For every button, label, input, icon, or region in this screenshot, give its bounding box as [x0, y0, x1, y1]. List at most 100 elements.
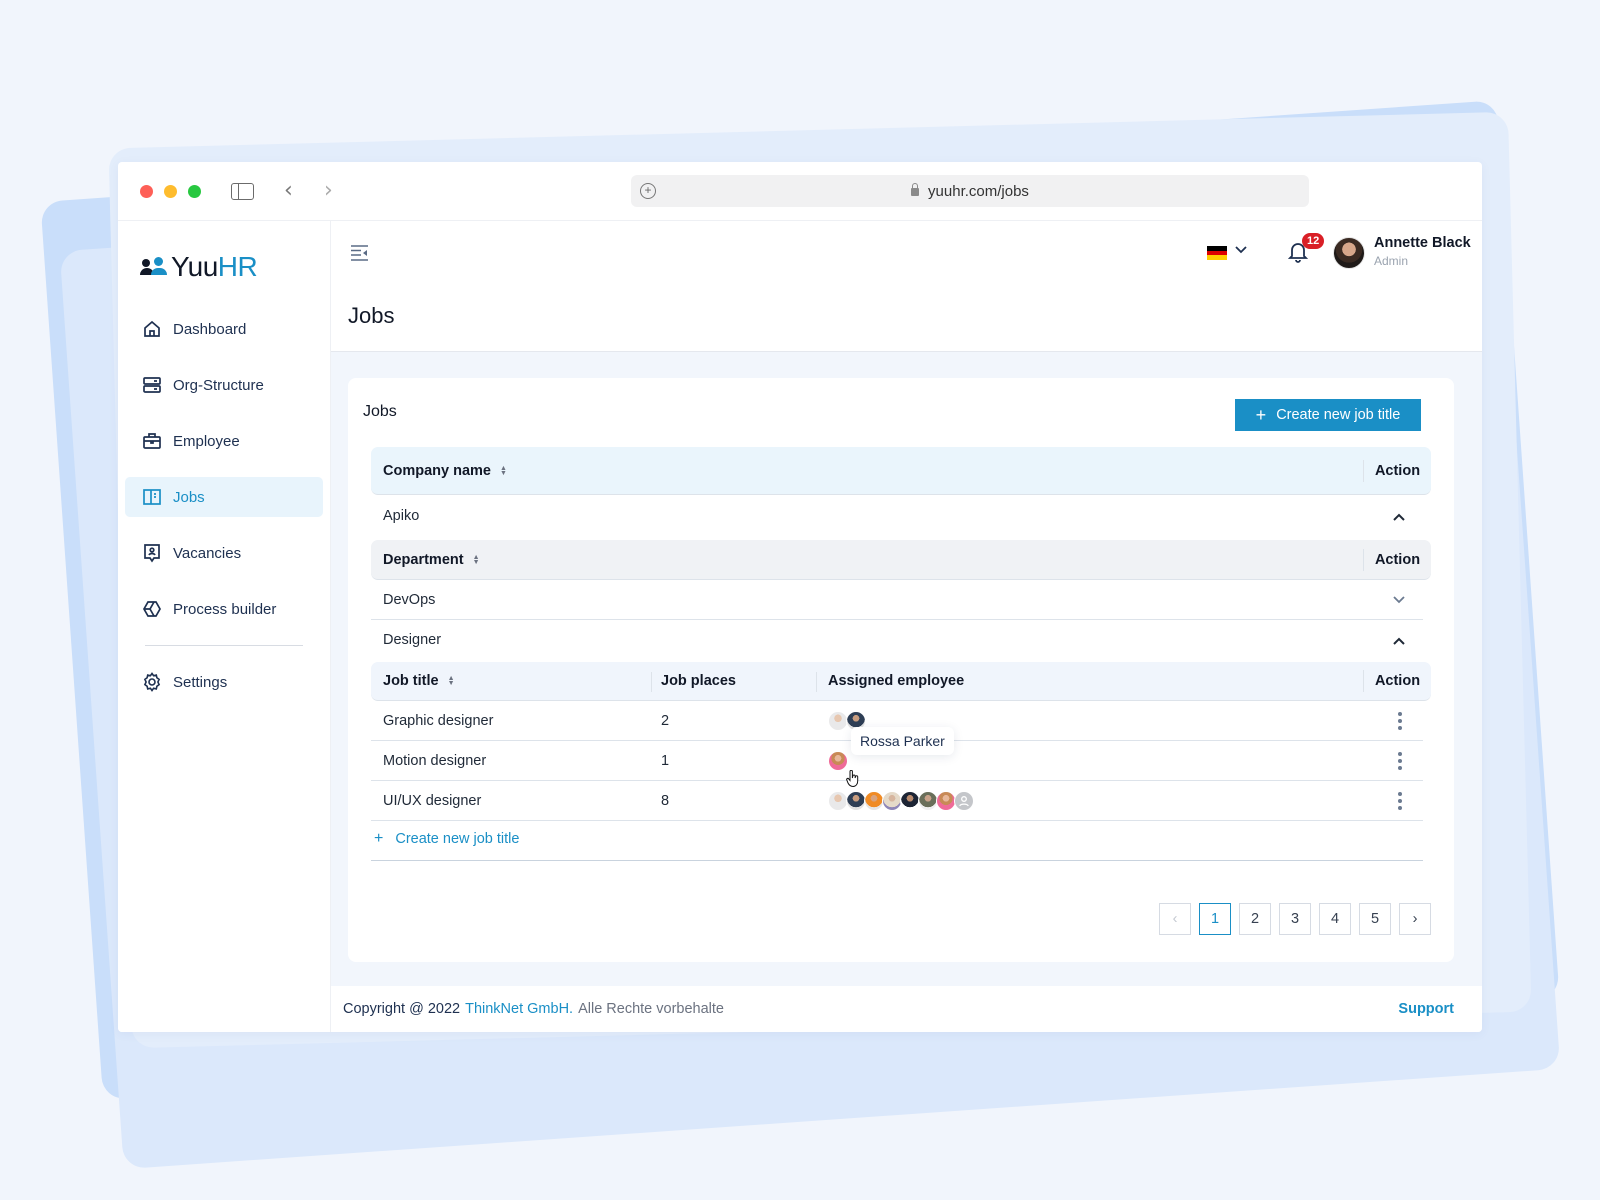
employee-avatar[interactable]: [900, 790, 920, 811]
department-row[interactable]: DevOps: [371, 580, 1423, 620]
page-button[interactable]: 1: [1199, 903, 1231, 935]
home-icon: [142, 319, 162, 339]
pagination: ‹ 1 2 3 4 5 ›: [1159, 903, 1431, 935]
app-root: Yuu HR Dashboard Org-Structure Employee …: [118, 221, 1482, 1032]
company-row[interactable]: Apiko: [371, 496, 1423, 536]
minimize-window-button[interactable]: [164, 185, 177, 198]
sidebar-item-label: Jobs: [173, 488, 205, 506]
rights-text: Alle Rechte vorbehalte: [578, 1001, 724, 1017]
job-places: 2: [661, 712, 670, 729]
column-job-title[interactable]: Job title ▲ ▼: [371, 673, 455, 689]
support-link[interactable]: Support: [1398, 1001, 1454, 1017]
prev-page-button[interactable]: ‹: [1159, 903, 1191, 935]
sidebar-divider: [145, 645, 303, 646]
more-options-icon[interactable]: [1398, 711, 1402, 730]
sidebar-item-label: Settings: [173, 673, 228, 691]
language-flag-icon[interactable]: [1207, 246, 1227, 261]
gear-icon: [142, 672, 162, 692]
sidebar-item-label: Org-Structure: [173, 376, 264, 394]
page-button[interactable]: 2: [1239, 903, 1271, 935]
sidebar-item-org-structure[interactable]: Org-Structure: [125, 365, 323, 405]
user-avatar[interactable]: [1333, 237, 1365, 269]
column-action: Action: [1363, 548, 1431, 571]
browser-sidebar-icon[interactable]: [231, 183, 254, 200]
column-job-places: Job places: [661, 673, 736, 689]
more-options-icon[interactable]: [1398, 751, 1402, 770]
column-company-name[interactable]: Company name ▲ ▼: [371, 463, 507, 479]
sidebar-item-dashboard[interactable]: Dashboard: [125, 309, 323, 349]
people-icon: [140, 257, 168, 277]
server-icon: [142, 375, 162, 395]
department-row[interactable]: Designer: [371, 620, 1423, 660]
forward-arrow-icon[interactable]: ›: [324, 178, 333, 203]
hand-cursor-icon: [846, 769, 860, 792]
column-label: Department: [383, 551, 464, 568]
employee-avatar[interactable]: [846, 790, 866, 811]
employee-avatar[interactable]: [882, 790, 902, 811]
department-table-header: Department ▲ ▼ Action: [371, 540, 1431, 580]
employee-avatar[interactable]: [828, 710, 848, 731]
employee-avatar[interactable]: [828, 790, 848, 811]
jobs-table-header: Job title ▲ ▼ Job places Assigned employe…: [371, 662, 1431, 701]
employee-avatar[interactable]: [828, 750, 848, 771]
chevron-up-icon[interactable]: [1393, 509, 1405, 524]
page-button[interactable]: 5: [1359, 903, 1391, 935]
url-text: yuuhr.com/jobs: [928, 182, 1029, 200]
sidebar: Yuu HR Dashboard Org-Structure Employee …: [118, 221, 331, 1032]
chevron-down-icon[interactable]: [1393, 592, 1405, 607]
collapse-menu-icon[interactable]: [350, 244, 369, 267]
user-role: Admin: [1374, 254, 1409, 268]
column-label: Company name: [383, 462, 491, 479]
hexagon-icon: [142, 599, 162, 619]
sidebar-item-label: Vacancies: [173, 544, 242, 562]
sidebar-item-jobs[interactable]: Jobs: [125, 477, 323, 517]
address-bar[interactable]: + yuuhr.com/jobs: [631, 175, 1309, 207]
sidebar-item-settings[interactable]: Settings: [125, 662, 323, 702]
footer: Copyright @ 2022 ThinkNet GmbH. Alle Rec…: [331, 986, 1482, 1032]
browser-window: ‹ › + yuuhr.com/jobs Yuu HR Dashboard Or…: [118, 162, 1482, 1032]
user-name[interactable]: Annette Black: [1374, 235, 1471, 251]
sidebar-item-label: Employee: [173, 432, 240, 450]
maximize-window-button[interactable]: [188, 185, 201, 198]
create-job-title-link[interactable]: + Create new job title: [374, 830, 519, 848]
next-page-button[interactable]: ›: [1399, 903, 1431, 935]
sort-icon[interactable]: ▲ ▼: [448, 675, 455, 687]
sort-icon[interactable]: ▲ ▼: [500, 465, 507, 477]
sidebar-item-vacancies[interactable]: Vacancies: [125, 533, 323, 573]
page-button[interactable]: 3: [1279, 903, 1311, 935]
add-tab-icon[interactable]: +: [640, 183, 656, 199]
job-places: 1: [661, 752, 670, 769]
create-job-title-button[interactable]: + Create new job title: [1235, 399, 1421, 431]
logo[interactable]: Yuu HR: [140, 251, 258, 283]
chevron-down-icon[interactable]: [1235, 243, 1247, 257]
job-places: 8: [661, 792, 670, 809]
briefcase-icon: [142, 431, 162, 451]
column-department[interactable]: Department ▲ ▼: [371, 552, 480, 568]
company-table-header: Company name ▲ ▼ Action: [371, 447, 1431, 495]
more-options-icon[interactable]: [1398, 791, 1402, 810]
back-arrow-icon[interactable]: ‹: [284, 178, 293, 203]
column-label: Job title: [383, 673, 439, 689]
page-button[interactable]: 4: [1319, 903, 1351, 935]
sidebar-item-process-builder[interactable]: Process builder: [125, 589, 323, 629]
sort-icon[interactable]: ▲ ▼: [473, 554, 480, 566]
company-name: Apiko: [383, 508, 420, 524]
jobs-card: Jobs + Create new job title Company name…: [348, 378, 1454, 962]
user-placeholder-icon[interactable]: [954, 790, 974, 811]
close-window-button[interactable]: [140, 185, 153, 198]
user-board-icon: [142, 543, 162, 563]
plus-icon: +: [1255, 404, 1267, 425]
chevron-up-icon[interactable]: [1393, 633, 1405, 648]
company-link[interactable]: ThinkNet GmbH.: [465, 1001, 573, 1017]
job-row[interactable]: UI/UX designer 8: [371, 781, 1423, 821]
employee-avatar[interactable]: [864, 790, 884, 811]
lock-icon: [911, 183, 920, 196]
employee-avatar[interactable]: [918, 790, 938, 811]
logo-text-hr: HR: [217, 251, 258, 282]
employee-avatar[interactable]: [936, 790, 956, 811]
notification-badge: 12: [1302, 233, 1325, 249]
page-title: Jobs: [348, 303, 395, 328]
sidebar-item-employee[interactable]: Employee: [125, 421, 323, 461]
main-content: Jobs 12 Annette Black Admin Jobs + Creat…: [331, 221, 1482, 1032]
sidebar-item-label: Process builder: [173, 600, 277, 618]
